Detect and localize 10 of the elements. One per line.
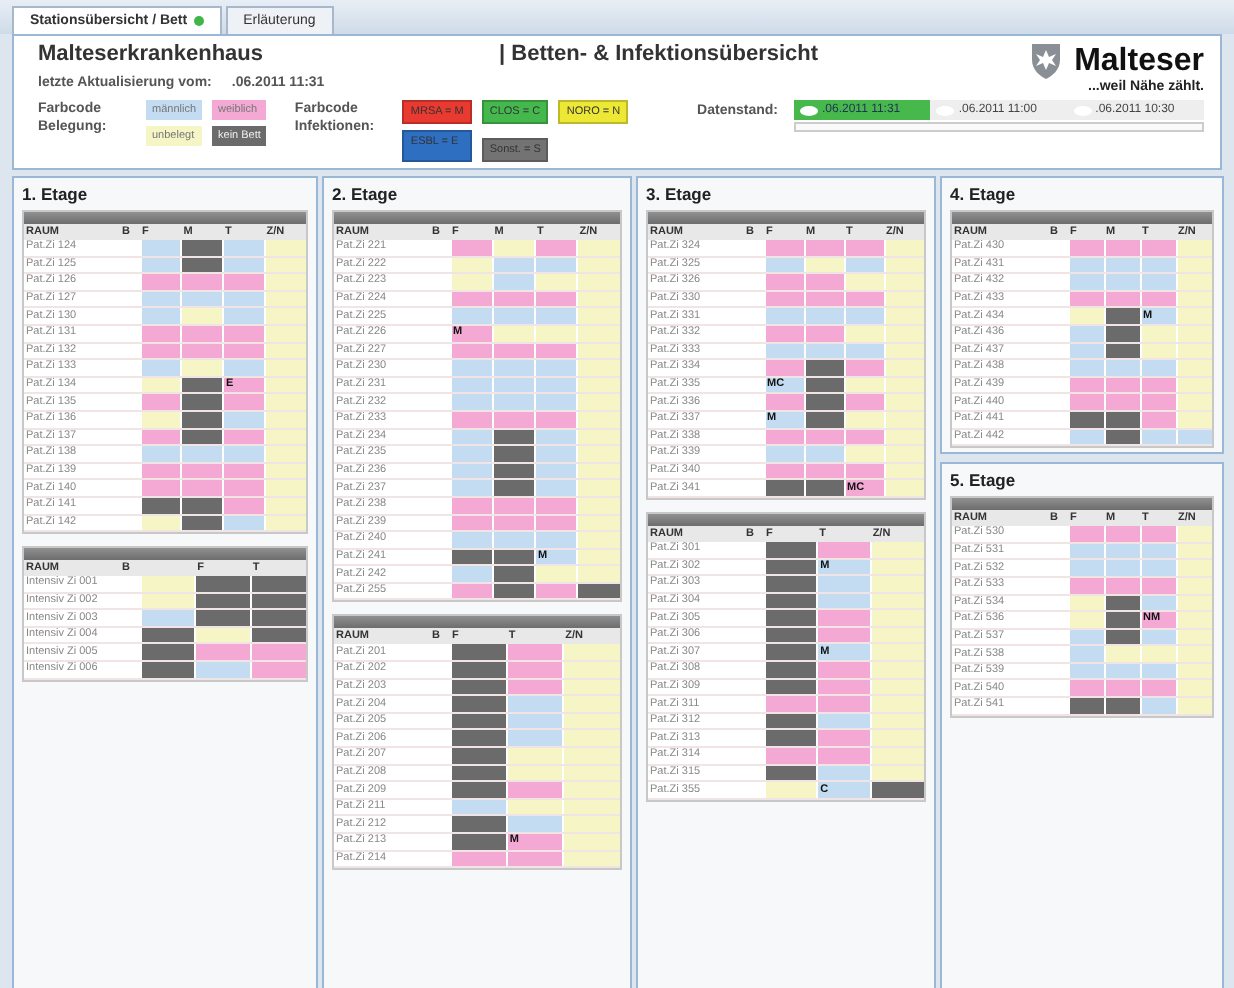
scrollbar[interactable] <box>794 122 1204 132</box>
hospital-name: Malteserkrankenhaus <box>38 42 263 70</box>
floor-title: 4. Etage <box>950 184 1018 204</box>
floor-title: 1. Etage <box>22 184 90 204</box>
page-title: | Betten- & Infektionsübersicht <box>497 42 821 70</box>
floor-title: 2. Etage <box>332 184 400 204</box>
logo-name: Malteser <box>1074 43 1204 79</box>
shield-cross-icon <box>1030 42 1063 80</box>
floor-title: 5. Etage <box>950 470 1018 491</box>
floor-title: 3. Etage <box>646 184 714 204</box>
